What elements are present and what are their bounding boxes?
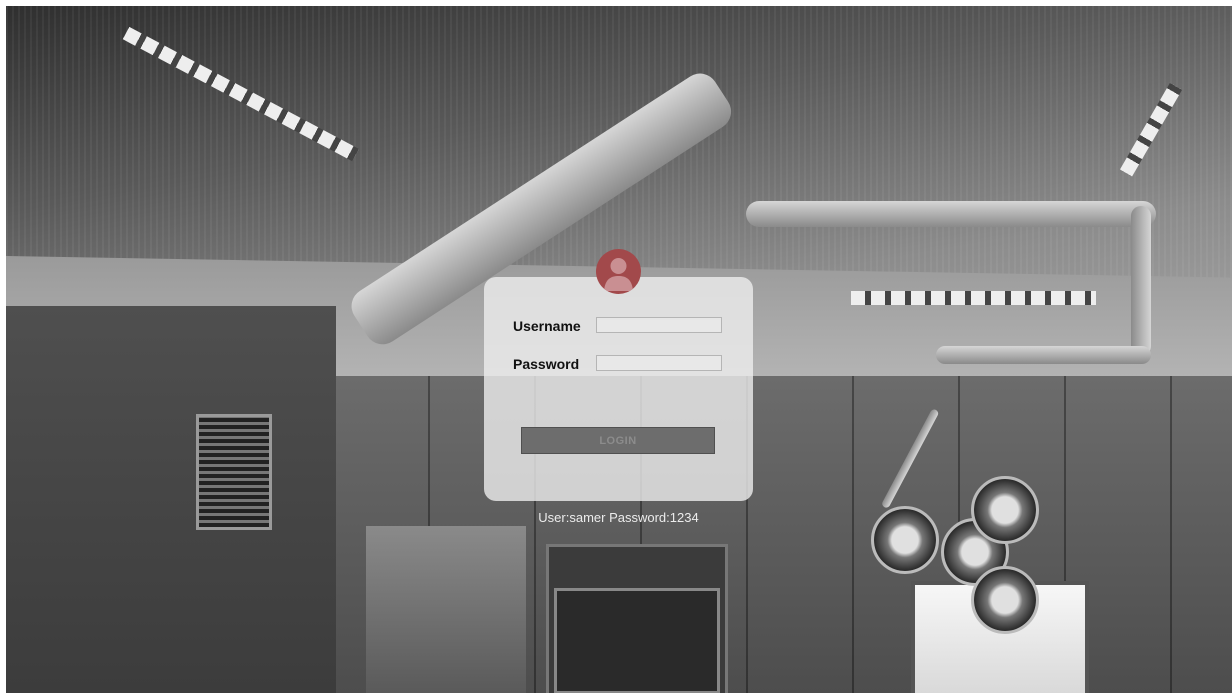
surgical-arm [936,346,1151,364]
ceiling-light-strip [851,291,1096,305]
user-avatar-icon [596,249,641,294]
wall-left [6,306,336,693]
login-panel [484,277,753,501]
surgical-arm [746,201,1156,227]
wall-cabinet-window [554,588,720,693]
surgical-lamp [971,476,1039,544]
surgical-lamp [971,566,1039,634]
medical-equipment [366,526,526,693]
login-button[interactable]: LOGIN [521,427,715,454]
username-label: Username [513,318,581,334]
surgical-lamp [871,506,939,574]
credentials-hint: User:samer Password:1234 [538,510,699,525]
password-input[interactable] [596,355,722,371]
password-label: Password [513,356,580,372]
surgical-arm [1131,206,1151,356]
username-input[interactable] [596,317,722,333]
wall-vent [196,414,272,530]
